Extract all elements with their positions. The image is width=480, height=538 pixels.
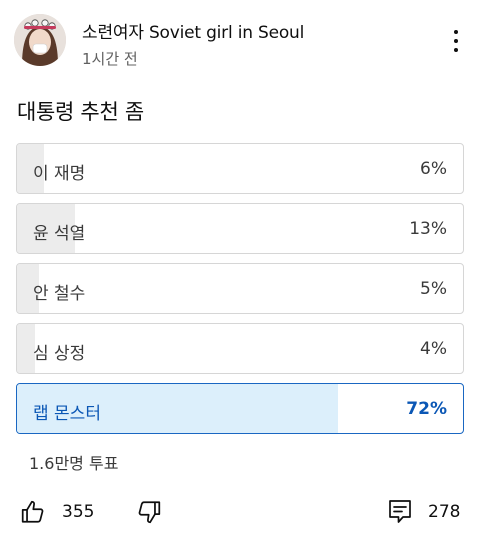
poll-option-percent: 4% [420,339,447,359]
comment-icon [389,500,411,523]
post-time: 1시간 전 [82,50,138,68]
like-count: 355 [62,502,95,522]
poll-option-label: 이 재명 [33,164,86,184]
channel-name[interactable]: 소련여자 Soviet girl in Seoul [82,18,304,43]
poll-option-percent: 6% [420,159,447,179]
thumbs-up-icon [21,500,44,523]
more-vert-icon[interactable] [450,30,462,56]
like-button[interactable]: 355 [20,494,94,530]
thumbs-down-icon [138,501,161,524]
vote-count: 1.6만명 투표 [29,454,119,473]
poll-option-1[interactable]: 이 재명 6% [16,143,464,194]
poll-option-percent: 13% [409,219,447,239]
poll-option-5[interactable]: 랩 몬스터 72% [16,383,464,434]
avatar[interactable] [14,14,66,66]
poll-option-percent: 72% [406,399,447,419]
poll-option-2[interactable]: 윤 석열 13% [16,203,464,254]
poll-option-label: 윤 석열 [33,224,86,244]
post-header: 소련여자 Soviet girl in Seoul 1시간 전 [14,14,466,70]
poll-option-percent: 5% [420,279,447,299]
poll-option-label: 심 상정 [33,344,86,364]
poll-option-label: 안 철수 [33,284,86,304]
poll-question: 대통령 추천 좀 [17,100,144,124]
comment-count: 278 [428,502,461,522]
poll-option-label: 랩 몬스터 [33,404,101,424]
comment-button[interactable]: 278 [388,494,460,530]
dislike-button[interactable] [136,494,162,530]
poll-option-4[interactable]: 심 상정 4% [16,323,464,374]
poll-option-3[interactable]: 안 철수 5% [16,263,464,314]
